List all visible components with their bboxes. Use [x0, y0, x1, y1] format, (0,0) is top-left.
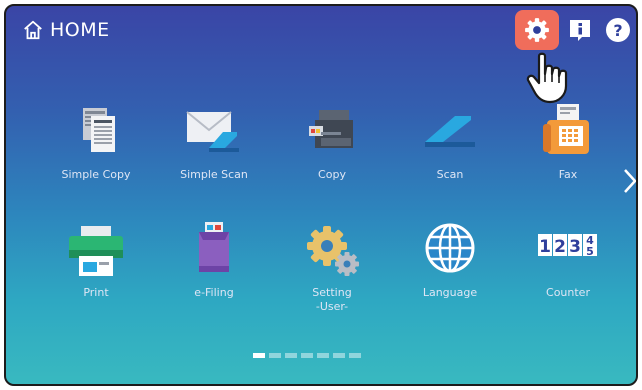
- tile-label: Language: [422, 286, 478, 299]
- pointer-hand-icon: [526, 52, 568, 104]
- fax-icon: [543, 104, 589, 154]
- page-dot[interactable]: [285, 353, 297, 358]
- simple-copy-icon: [83, 108, 115, 152]
- info-button[interactable]: [566, 16, 594, 44]
- home-screen: HOME ? Simple Copy Simple Scan Copy Scan…: [4, 4, 638, 386]
- counter-icon: 1 2 3 4 5: [538, 234, 597, 258]
- info-icon: [570, 20, 590, 41]
- tile-counter[interactable]: 1 2 3 4 5 Counter: [513, 220, 623, 330]
- page-dot[interactable]: [333, 353, 345, 358]
- counter-fraction-bottom: 5: [586, 245, 594, 258]
- tile-copy[interactable]: Copy: [277, 102, 387, 212]
- simple-scan-icon: [186, 111, 239, 152]
- counter-digit: 3: [569, 237, 581, 257]
- tile-label: Simple Copy: [61, 168, 131, 181]
- tile-label: Setting -User-: [277, 286, 387, 314]
- page-indicator: [253, 353, 361, 358]
- scan-icon: [425, 116, 475, 147]
- tile-scan[interactable]: Scan: [395, 102, 505, 212]
- tile-fax[interactable]: Fax: [513, 102, 623, 212]
- home-icon: [24, 20, 42, 40]
- page-dot[interactable]: [301, 353, 313, 358]
- gear-icon: [525, 18, 549, 42]
- tile-label: Counter: [546, 286, 590, 299]
- e-filing-icon: [199, 222, 229, 272]
- tile-simple-scan[interactable]: Simple Scan: [159, 102, 269, 212]
- tile-label: Simple Scan: [180, 168, 248, 181]
- home-button[interactable]: HOME: [22, 16, 110, 44]
- tile-label: Copy: [318, 168, 346, 181]
- counter-digit: 1: [539, 237, 551, 257]
- tile-label-line1: Setting: [312, 286, 352, 299]
- tile-label: Fax: [558, 168, 578, 181]
- copy-icon: [309, 110, 353, 148]
- tile-label: Print: [83, 286, 109, 299]
- chevron-right-icon[interactable]: [620, 166, 638, 196]
- help-icon: ?: [606, 18, 630, 42]
- tile-e-filing[interactable]: e-Filing: [159, 220, 269, 330]
- tile-simple-copy[interactable]: Simple Copy: [41, 102, 151, 212]
- page-dot[interactable]: [253, 353, 265, 358]
- help-button[interactable]: ?: [604, 16, 632, 44]
- tile-label: e-Filing: [194, 286, 234, 299]
- tile-label: Scan: [436, 168, 464, 181]
- page-dot[interactable]: [349, 353, 361, 358]
- print-icon: [69, 226, 123, 276]
- page-dot[interactable]: [317, 353, 329, 358]
- counter-digit: 2: [554, 237, 566, 257]
- page-dot[interactable]: [269, 353, 281, 358]
- home-label: HOME: [50, 19, 110, 41]
- tile-label-line2: -User-: [315, 300, 349, 313]
- settings-button[interactable]: [523, 16, 551, 44]
- setting-user-icon: [307, 226, 359, 276]
- language-icon: [425, 223, 475, 273]
- tile-print[interactable]: Print: [41, 220, 151, 330]
- tile-language[interactable]: Language: [395, 220, 505, 330]
- top-bar: HOME ?: [6, 6, 636, 52]
- tile-setting-user[interactable]: Setting -User-: [277, 220, 387, 330]
